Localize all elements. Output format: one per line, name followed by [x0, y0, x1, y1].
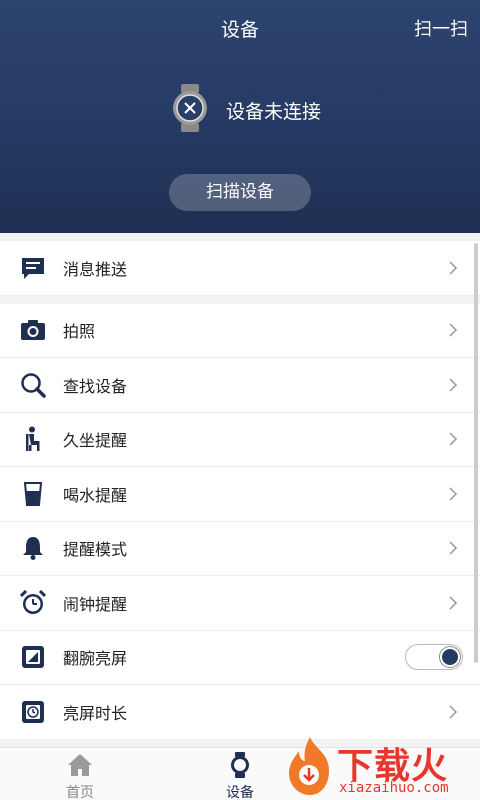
chevron-right-icon: [449, 378, 458, 392]
menu-item-label: 查找设备: [63, 376, 128, 396]
search-icon: [21, 373, 46, 398]
menu-item-message-push[interactable]: 消息推送: [0, 241, 480, 296]
connection-status: 设备未连接: [226, 101, 322, 123]
chevron-right-icon: [449, 705, 458, 719]
bell-icon: [23, 537, 43, 561]
menu-item-label: 提醒模式: [63, 540, 128, 560]
tab-label: 首页: [66, 785, 94, 800]
menu-item-camera[interactable]: 拍照: [0, 303, 480, 358]
chevron-right-icon: [449, 261, 458, 275]
toggle-knob: [440, 647, 460, 668]
menu-item-sedentary-reminder[interactable]: 久坐提醒: [0, 412, 480, 467]
camera-icon: [21, 320, 45, 341]
menu-item-alarm[interactable]: 闹钟提醒: [0, 576, 480, 631]
menu-item-reminder-mode[interactable]: 提醒模式: [0, 521, 480, 576]
menu-item-label: 亮屏时长: [63, 703, 128, 723]
scan-qr-link[interactable]: 扫一扫: [414, 15, 468, 41]
wrist-wake-toggle[interactable]: [405, 644, 463, 671]
watch-disconnected-icon: [171, 84, 209, 132]
menu-item-label: 久坐提醒: [63, 431, 128, 451]
scan-device-button[interactable]: 扫描设备: [169, 174, 311, 211]
menu-item-screen-duration[interactable]: 亮屏时长: [0, 685, 480, 740]
menu-item-label: 闹钟提醒: [63, 594, 128, 614]
water-glass-icon: [23, 481, 43, 506]
alarm-clock-icon: [20, 589, 46, 614]
wrist-screen-icon: [22, 646, 44, 669]
divider: [0, 295, 480, 304]
chevron-right-icon: [449, 596, 458, 610]
divider: [0, 233, 480, 241]
watermark-subtitle: xiazaihuo.com: [339, 780, 449, 796]
scrollbar[interactable]: [474, 243, 478, 663]
settings-list: 消息推送 拍照 查找设备 久坐提醒 喝水提醒 提醒模式 闹钟提醒 翻腕亮屏 亮屏…: [0, 233, 480, 740]
message-icon: [22, 257, 44, 279]
flame-icon: [289, 737, 329, 795]
menu-item-label: 喝水提醒: [63, 485, 128, 505]
screen-timer-icon: [22, 700, 44, 723]
device-header: 设备 扫一扫 设备未连接 扫描设备: [0, 0, 480, 233]
tab-label: 设备: [226, 785, 254, 800]
menu-item-label: 翻腕亮屏: [63, 649, 128, 669]
menu-item-wrist-wake[interactable]: 翻腕亮屏: [0, 630, 480, 685]
menu-item-label: 拍照: [63, 322, 96, 342]
menu-item-find-device[interactable]: 查找设备: [0, 358, 480, 413]
chevron-right-icon: [449, 432, 458, 446]
home-icon: [68, 754, 92, 776]
chevron-right-icon: [449, 323, 458, 337]
watch-icon: [231, 752, 249, 778]
chevron-right-icon: [449, 487, 458, 501]
menu-item-label: 消息推送: [63, 259, 128, 279]
tab-device[interactable]: 设备: [200, 748, 280, 800]
chevron-right-icon: [449, 541, 458, 555]
tab-home[interactable]: 首页: [40, 748, 120, 800]
page-title: 设备: [220, 19, 259, 41]
sitting-person-icon: [26, 426, 40, 452]
watermark-logo: 下载火 xiazaihuo.com: [285, 735, 480, 800]
menu-item-drink-reminder[interactable]: 喝水提醒: [0, 467, 480, 522]
